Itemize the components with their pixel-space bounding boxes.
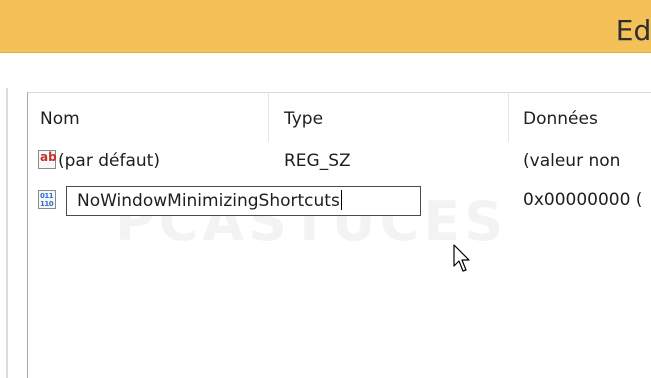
column-separator[interactable] — [268, 92, 269, 142]
tree-pane-edge — [6, 88, 8, 378]
registry-editor-window: Edi Nom Type Données PCASTUCES ab (par d… — [0, 0, 651, 378]
value-data[interactable]: 0x00000000 ( — [523, 190, 642, 210]
value-name[interactable]: (par défaut) — [58, 151, 160, 171]
column-header-name[interactable]: Nom — [40, 92, 80, 142]
column-header-type[interactable]: Type — [284, 92, 323, 142]
rename-input-text[interactable]: NoWindowMinimizingShortcuts — [77, 190, 342, 211]
mouse-pointer-icon — [453, 244, 470, 272]
window-title: Edi — [615, 14, 651, 47]
string-value-icon: ab — [38, 150, 57, 169]
menu-bar — [0, 53, 651, 88]
text-caret — [340, 190, 342, 210]
column-separator[interactable] — [508, 92, 509, 142]
title-bar[interactable]: Edi — [0, 0, 651, 53]
value-data[interactable]: (valeur non — [523, 151, 620, 171]
value-type[interactable]: REG_SZ — [284, 151, 351, 171]
column-header-data[interactable]: Données — [523, 92, 598, 142]
rename-input[interactable]: NoWindowMinimizingShortcuts — [66, 186, 421, 216]
binary-value-icon: 011 110 — [38, 190, 56, 209]
